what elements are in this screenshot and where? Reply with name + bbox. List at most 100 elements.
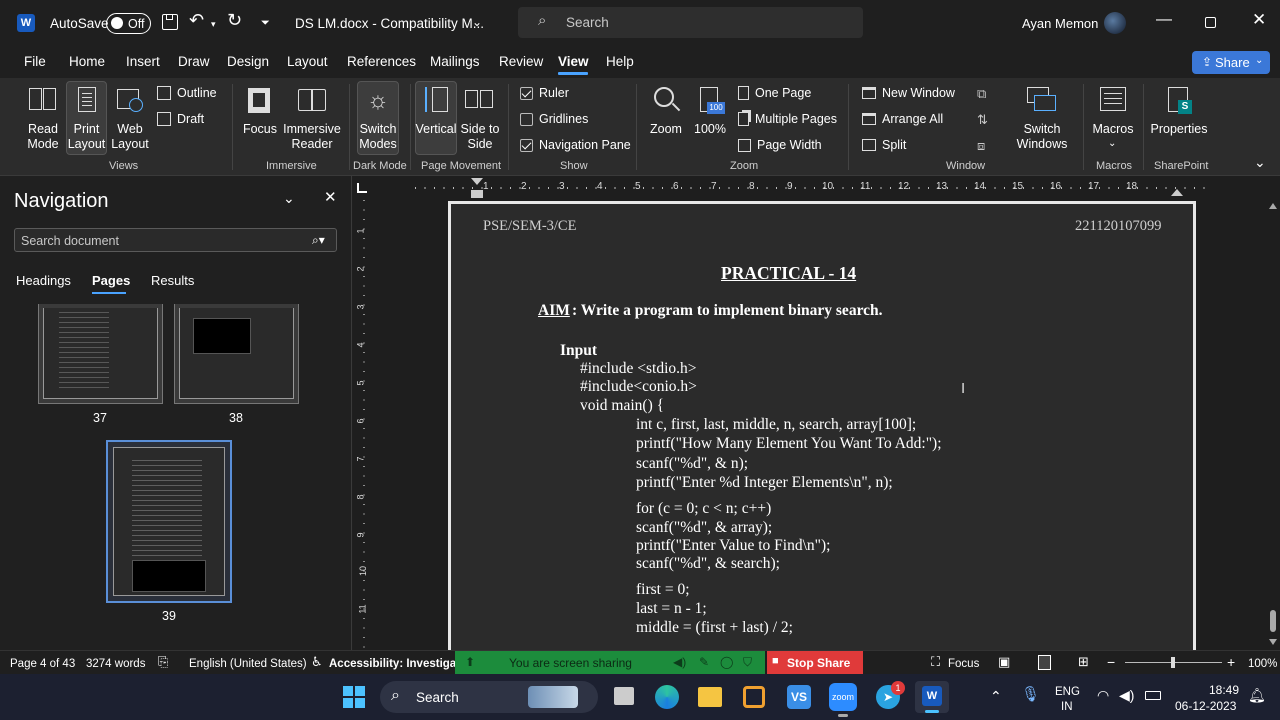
page-thumbnail-39[interactable] xyxy=(106,440,232,603)
search-icon[interactable]: ⌕▾ xyxy=(312,232,325,248)
view-side-by-side-icon[interactable]: ⧉ xyxy=(977,86,986,102)
focus-mode-label[interactable]: Focus xyxy=(948,656,979,672)
tab-insert[interactable]: Insert xyxy=(126,54,160,69)
hanging-indent-marker[interactable] xyxy=(471,190,483,198)
snipping-tool-icon[interactable] xyxy=(743,686,765,708)
word-taskbar-icon[interactable]: W xyxy=(915,681,949,713)
task-view-icon[interactable] xyxy=(614,687,634,705)
clock-time[interactable]: 18:49 xyxy=(1209,682,1239,698)
wifi-icon[interactable]: ◠ xyxy=(1097,687,1109,703)
scroll-thumb[interactable] xyxy=(1270,610,1276,632)
multiple-pages-button[interactable]: Multiple Pages xyxy=(738,112,837,126)
immersive-reader-button[interactable]: Immersive Reader xyxy=(283,86,341,152)
word-count[interactable]: 3274 words xyxy=(86,656,145,672)
macros-button[interactable]: Macros xyxy=(1090,86,1136,137)
windows-start-icon[interactable] xyxy=(343,686,365,708)
tab-view[interactable]: View xyxy=(558,54,589,69)
sharing-security-icon[interactable]: ⛉ xyxy=(743,654,752,670)
split-button[interactable]: Split xyxy=(862,138,906,152)
accessibility-status[interactable]: Accessibility: Investigate xyxy=(329,656,466,672)
read-mode-button[interactable]: Read Mode xyxy=(23,86,63,152)
title-chevron-down-icon[interactable]: ⌄ xyxy=(472,14,482,30)
switch-windows-button[interactable]: Switch Windows xyxy=(1008,86,1076,152)
title-search-box[interactable]: ⌕ Search xyxy=(518,7,863,38)
share-button[interactable]: ⇪ Share ⌄ xyxy=(1192,51,1270,74)
microphone-icon[interactable]: 🎙 xyxy=(1021,687,1040,703)
tray-chevron-up-icon[interactable]: ⌃ xyxy=(990,688,1002,704)
tab-references[interactable]: References xyxy=(347,54,416,69)
tab-help[interactable]: Help xyxy=(606,54,634,69)
nav-tab-headings[interactable]: Headings xyxy=(16,273,71,289)
reset-window-position-icon[interactable]: ⧈ xyxy=(977,138,985,154)
stop-share-button[interactable]: ■ Stop Share xyxy=(767,651,863,674)
file-explorer-icon[interactable] xyxy=(698,687,722,707)
print-layout-view-icon[interactable] xyxy=(1038,655,1051,670)
language-line1[interactable]: ENG xyxy=(1055,684,1080,700)
gridlines-checkbox[interactable]: Gridlines xyxy=(520,112,588,126)
zoom-100-button[interactable]: 100 100% xyxy=(690,86,730,137)
page-count[interactable]: Page 4 of 43 xyxy=(10,656,75,672)
zoom-out-icon[interactable]: − xyxy=(1107,654,1115,670)
zoom-slider[interactable] xyxy=(1125,657,1222,668)
macros-chevron-icon[interactable]: ⌄ xyxy=(1108,136,1116,152)
web-layout-view-icon[interactable]: ⊞ xyxy=(1078,654,1089,670)
new-window-button[interactable]: New Window xyxy=(862,86,955,100)
close-icon[interactable]: ✕ xyxy=(1252,11,1266,28)
vertical-scrollbar[interactable] xyxy=(1266,200,1280,650)
zoom-level[interactable]: 100% xyxy=(1248,656,1277,672)
avatar[interactable] xyxy=(1104,12,1126,34)
focus-button[interactable]: Focus xyxy=(242,86,278,137)
properties-button[interactable]: S Properties xyxy=(1150,86,1208,137)
draft-button[interactable]: Draft xyxy=(157,112,204,126)
notifications-bell-icon[interactable]: 🔔︎ xyxy=(1248,687,1266,703)
volume-icon[interactable]: ◀) xyxy=(1119,687,1134,703)
zoom-in-icon[interactable]: + xyxy=(1227,654,1235,670)
sharing-audio-icon[interactable]: ◀) xyxy=(673,654,686,670)
switch-modes-button[interactable]: ☼ Switch Modes xyxy=(357,81,399,155)
sharing-annotate-icon[interactable]: ✎ xyxy=(699,654,709,670)
nav-tab-pages[interactable]: Pages xyxy=(92,273,130,289)
battery-icon[interactable] xyxy=(1145,691,1161,700)
tab-design[interactable]: Design xyxy=(227,54,269,69)
accessibility-icon[interactable]: ♿ xyxy=(311,654,323,670)
minimize-icon[interactable]: — xyxy=(1156,12,1172,28)
page-width-button[interactable]: Page Width xyxy=(738,138,822,152)
document-page[interactable]: PSE/SEM-3/CE 221120107099 PRACTICAL - 14… xyxy=(448,201,1196,650)
tab-review[interactable]: Review xyxy=(499,54,543,69)
tab-layout[interactable]: Layout xyxy=(287,54,328,69)
customize-qat-icon[interactable]: ⏷ xyxy=(261,15,270,31)
ruler-checkbox[interactable]: Ruler xyxy=(520,86,569,100)
sharing-pin-icon[interactable]: ⬆ xyxy=(465,654,475,670)
read-mode-view-icon[interactable]: ▣ xyxy=(998,654,1010,670)
document-area[interactable]: 1 2 3 4 5 6 7 8 9 10 11 12 13 14 15 16 17 18 1 2 3 4 5 6 … xyxy=(353,176,1280,650)
left-indent-marker[interactable] xyxy=(471,178,483,185)
proofing-icon[interactable]: ⎘ xyxy=(158,654,168,670)
taskbar-search[interactable]: ⌕ Search xyxy=(380,681,598,713)
undo-icon[interactable]: ↶ xyxy=(189,11,204,29)
outline-button[interactable]: Outline xyxy=(157,86,217,100)
scroll-down-icon[interactable] xyxy=(1269,639,1277,645)
zoom-app-icon[interactable]: zoom xyxy=(829,683,857,711)
edge-icon[interactable] xyxy=(655,685,679,709)
tab-draw[interactable]: Draw xyxy=(178,54,210,69)
zoom-slider-thumb[interactable] xyxy=(1171,657,1175,668)
vertical-button[interactable]: Vertical xyxy=(415,81,457,155)
tab-file[interactable]: File xyxy=(24,54,46,69)
synchronous-scrolling-icon[interactable]: ⇅ xyxy=(977,112,988,128)
restore-icon[interactable] xyxy=(1205,17,1216,28)
tab-home[interactable]: Home xyxy=(69,54,105,69)
undo-dropdown-icon[interactable]: ▾ xyxy=(211,16,216,32)
autosave-toggle[interactable]: Off xyxy=(106,13,151,34)
side-to-side-button[interactable]: Side to Side xyxy=(460,86,500,152)
arrange-all-button[interactable]: Arrange All xyxy=(862,112,943,126)
nav-options-chevron-icon[interactable]: ⌄ xyxy=(283,190,295,206)
vscode-icon[interactable]: VS xyxy=(787,685,811,709)
right-indent-marker[interactable] xyxy=(1171,189,1183,196)
collapse-ribbon-icon[interactable]: ⌄ xyxy=(1254,154,1266,170)
search-document-input[interactable]: Search document ⌕▾ xyxy=(14,228,337,252)
scroll-up-icon[interactable] xyxy=(1269,203,1277,209)
save-icon[interactable] xyxy=(162,14,178,30)
page-thumbnail-38[interactable] xyxy=(174,304,299,404)
focus-mode-icon[interactable]: ⛶ xyxy=(931,654,940,670)
zoom-button[interactable]: Zoom xyxy=(646,86,686,137)
